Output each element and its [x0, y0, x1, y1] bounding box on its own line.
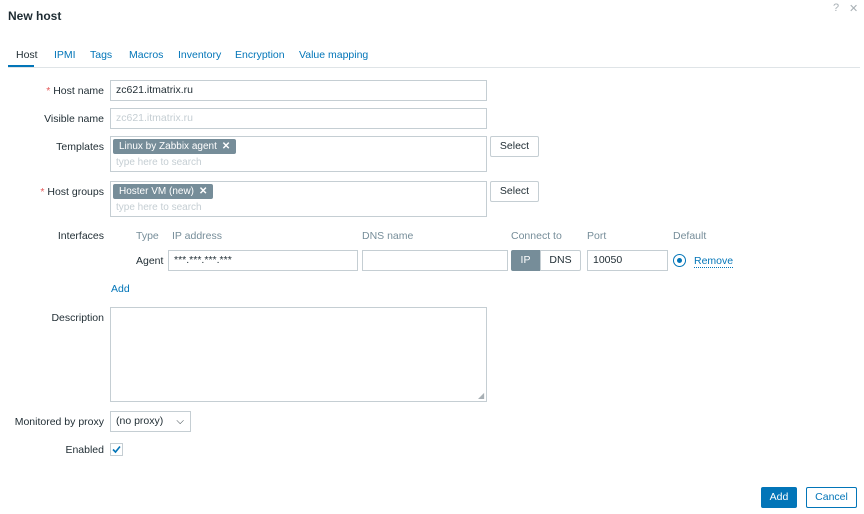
interface-type: Agent: [136, 255, 164, 267]
tab-host[interactable]: Host: [16, 49, 38, 61]
templates-label: Templates: [56, 141, 104, 153]
host-group-chip: Hoster VM (new) ✕: [113, 184, 214, 199]
remove-chip-icon[interactable]: ✕: [199, 186, 207, 197]
required-mark: *: [40, 186, 45, 198]
remove-chip-icon[interactable]: ✕: [222, 141, 230, 152]
help-icon[interactable]: ?: [833, 2, 839, 14]
col-type: Type: [136, 230, 159, 242]
proxy-label: Monitored by proxy: [14, 416, 104, 428]
close-icon[interactable]: ✕: [849, 2, 858, 15]
col-ip-address: IP address: [172, 230, 223, 242]
visible-name-input[interactable]: zc621.itmatrix.ru: [110, 108, 487, 129]
visible-name-label: Visible name: [44, 113, 104, 125]
chevron-down-icon: ⌵: [176, 416, 184, 427]
host-groups-label: * Host groups: [40, 186, 104, 198]
default-interface-radio[interactable]: [673, 254, 686, 267]
host-name-label: * Host name: [46, 85, 104, 97]
interface-ip-input[interactable]: ***.***.***.***: [168, 250, 358, 271]
enabled-label: Enabled: [65, 444, 104, 456]
interfaces-label: Interfaces: [57, 230, 104, 242]
col-default: Default: [673, 230, 707, 242]
col-connect-to: Connect to: [511, 230, 562, 242]
templates-multiselect[interactable]: Linux by Zabbix agent ✕ type here to sear…: [110, 136, 487, 172]
interface-dns-input[interactable]: [362, 250, 508, 271]
host-groups-select-button[interactable]: Select: [490, 181, 539, 202]
description-label: Description: [51, 312, 104, 324]
templates-search[interactable]: type here to search: [116, 157, 202, 168]
remove-interface-link[interactable]: Remove: [694, 255, 734, 268]
connect-dns-button[interactable]: DNS: [540, 250, 581, 271]
col-dns-name: DNS name: [362, 230, 414, 242]
tab-value-mapping[interactable]: Value mapping: [299, 49, 368, 61]
resize-grip-icon[interactable]: ◢: [478, 392, 484, 400]
add-button[interactable]: Add: [761, 487, 797, 508]
col-port: Port: [587, 230, 607, 242]
tab-macros[interactable]: Macros: [129, 49, 163, 61]
host-groups-multiselect[interactable]: Hoster VM (new) ✕ type here to search: [110, 181, 487, 217]
tab-inventory[interactable]: Inventory: [178, 49, 221, 61]
tab-tags[interactable]: Tags: [90, 49, 112, 61]
required-mark: *: [46, 85, 51, 97]
add-interface-link[interactable]: Add: [111, 283, 130, 295]
dialog-title: New host: [8, 9, 62, 23]
host-groups-search[interactable]: type here to search: [116, 202, 202, 213]
enabled-checkbox[interactable]: [110, 443, 123, 456]
tab-ipmi[interactable]: IPMI: [54, 49, 76, 61]
proxy-select[interactable]: (no proxy) ⌵: [110, 411, 191, 432]
cancel-button[interactable]: Cancel: [806, 487, 857, 508]
templates-select-button[interactable]: Select: [490, 136, 539, 157]
checkmark-icon: [112, 445, 121, 454]
template-chip: Linux by Zabbix agent ✕: [113, 139, 237, 154]
tabs-divider: [8, 67, 860, 68]
description-textarea[interactable]: ◢: [110, 307, 487, 402]
connect-ip-button[interactable]: IP: [511, 250, 540, 271]
active-tab-indicator: [8, 65, 34, 67]
tab-encryption[interactable]: Encryption: [235, 49, 285, 61]
host-name-input[interactable]: zc621.itmatrix.ru: [110, 80, 487, 101]
interface-port-input[interactable]: 10050: [587, 250, 668, 271]
